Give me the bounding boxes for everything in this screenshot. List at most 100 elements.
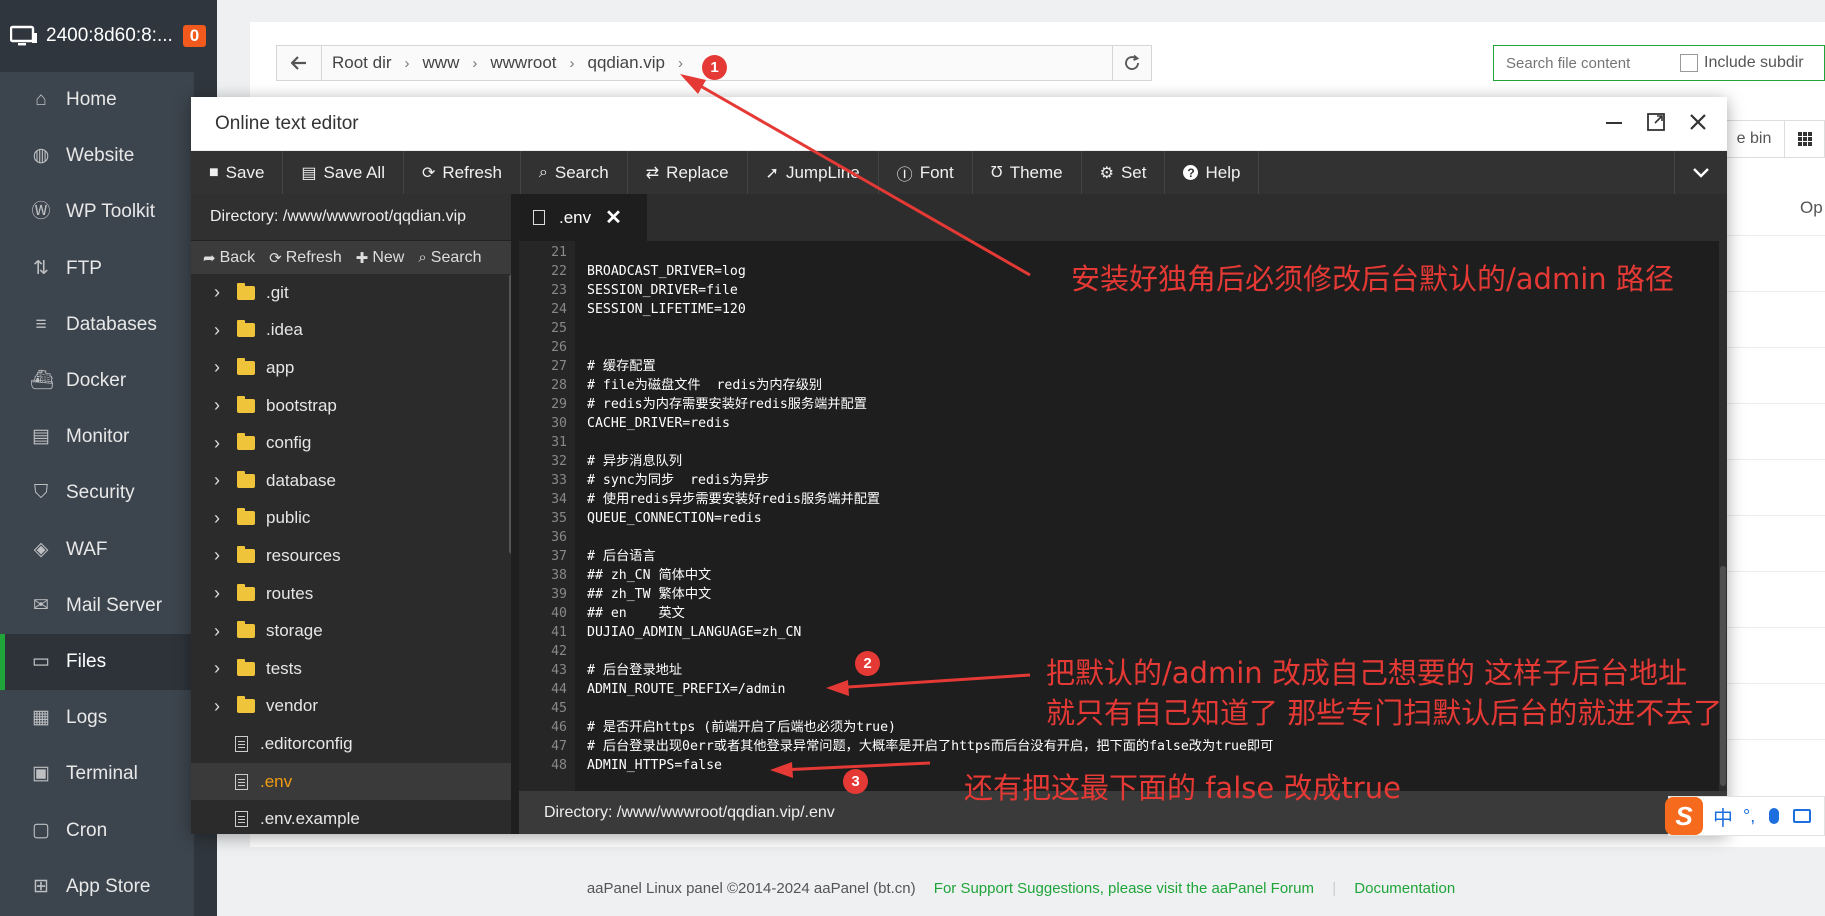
footer-support-link[interactable]: For Support Suggestions, please visit th… xyxy=(934,880,1314,897)
chevron-right-icon[interactable]: › xyxy=(209,433,225,454)
sidebar-item-docker[interactable]: ⛴ Docker xyxy=(0,353,217,409)
code-line[interactable]: QUEUE_CONNECTION=redis xyxy=(587,509,762,528)
minimize-icon[interactable] xyxy=(1603,111,1625,133)
code-line[interactable]: # 后台登录出现0err或者其他登录异常问题，大概率是开启了https而后台没有… xyxy=(587,737,1273,756)
sidebar-item-website[interactable]: ◍ Website xyxy=(0,128,217,184)
code-line[interactable]: ## zh_CN 简体中文 xyxy=(587,566,711,585)
code-line[interactable]: ADMIN_HTTPS=false xyxy=(587,756,722,775)
tree-folder[interactable]: › .git xyxy=(191,274,511,312)
tree-file[interactable]: .editorconfig xyxy=(191,725,511,763)
breadcrumb-item[interactable]: qqdian.vip xyxy=(588,53,666,73)
code-line[interactable]: # 使用redis异步需要安装好redis服务端并配置 xyxy=(587,490,880,509)
toolbar-set-button[interactable]: ⚙ Set xyxy=(1082,151,1166,194)
chevron-right-icon[interactable]: › xyxy=(209,583,225,604)
toolbar-jumpline-button[interactable]: ➚ JumpLine xyxy=(748,151,879,194)
toolbar-replace-button[interactable]: ⇄ Replace xyxy=(628,151,748,194)
code-line[interactable]: # 后台登录地址 xyxy=(587,661,682,680)
microphone-icon[interactable] xyxy=(1769,808,1780,824)
tree-folder[interactable]: › storage xyxy=(191,612,511,650)
toolbar-refresh-button[interactable]: ⟳ Refresh xyxy=(404,151,521,194)
path-back-button[interactable] xyxy=(277,46,322,80)
grid-view-button[interactable] xyxy=(1784,120,1825,158)
code-line[interactable]: SESSION_LIFETIME=120 xyxy=(587,300,746,319)
tree-file[interactable]: .env.example xyxy=(191,800,511,838)
sidebar-item-cron[interactable]: ▢ Cron xyxy=(0,802,217,858)
server-header[interactable]: 2400:8d60:8:... 0 xyxy=(0,0,217,72)
tree-folder[interactable]: › resources xyxy=(191,537,511,575)
tree-search-button[interactable]: ⌕ Search xyxy=(411,249,488,267)
code-line[interactable]: # 后台语言 xyxy=(587,547,656,566)
search-input[interactable] xyxy=(1504,53,1668,73)
chevron-right-icon[interactable]: › xyxy=(209,621,225,642)
close-tab-icon[interactable]: ✕ xyxy=(605,205,622,230)
path-refresh-button[interactable] xyxy=(1112,46,1151,80)
chevron-right-icon[interactable]: › xyxy=(209,282,225,303)
recycle-bin-button[interactable]: e bin xyxy=(1720,120,1788,158)
tree-folder[interactable]: › bootstrap xyxy=(191,387,511,425)
breadcrumb-item[interactable]: www xyxy=(423,53,460,73)
code-line[interactable]: SESSION_DRIVER=file xyxy=(587,281,738,300)
tree-folder[interactable]: › tests xyxy=(191,650,511,688)
sidebar-item-ftp[interactable]: ⇅ FTP xyxy=(0,241,217,297)
sidebar-item-wp-toolkit[interactable]: Ⓦ WP Toolkit xyxy=(0,184,217,240)
ime-punctuation-toggle[interactable]: °, xyxy=(1743,806,1755,827)
include-subdir-checkbox[interactable] xyxy=(1680,54,1698,72)
sidebar-item-terminal[interactable]: ▣ Terminal xyxy=(0,746,217,802)
chevron-right-icon[interactable]: › xyxy=(209,357,225,378)
keyboard-icon[interactable] xyxy=(1793,809,1812,823)
sidebar-item-home[interactable]: ⌂ Home xyxy=(0,72,217,128)
tree-folder[interactable]: › database xyxy=(191,462,511,500)
sidebar-item-mail-server[interactable]: ✉ Mail Server xyxy=(0,578,217,634)
code-line[interactable]: ## en 英文 xyxy=(587,604,685,623)
chevron-right-icon[interactable]: › xyxy=(209,395,225,416)
chevron-right-icon[interactable]: › xyxy=(209,320,225,341)
chevron-right-icon[interactable]: › xyxy=(209,470,225,491)
code-line[interactable]: # redis为内存需要安装好redis服务端并配置 xyxy=(587,395,867,414)
code-line[interactable]: CACHE_DRIVER=redis xyxy=(587,414,730,433)
breadcrumb-item[interactable]: wwwroot xyxy=(490,53,556,73)
breadcrumb-item[interactable]: Root dir xyxy=(332,53,392,73)
sidebar-item-security[interactable]: ⛉ Security xyxy=(0,465,217,521)
sidebar-item-databases[interactable]: ≡ Databases xyxy=(0,297,217,353)
code-line[interactable]: ## zh_TW 繁体中文 xyxy=(587,585,711,604)
maximize-icon[interactable] xyxy=(1645,111,1667,133)
toolbar-search-button[interactable]: ⌕ Search xyxy=(521,151,628,194)
tree-folder[interactable]: › app xyxy=(191,349,511,387)
code-scroll-thumb[interactable] xyxy=(1720,566,1726,786)
ime-mode-toggle[interactable]: 中 xyxy=(1713,802,1733,831)
code-line[interactable]: # 缓存配置 xyxy=(587,357,656,376)
sidebar-item-logs[interactable]: ▦ Logs xyxy=(0,690,217,746)
code-line[interactable]: DUJIAO_ADMIN_LANGUAGE=zh_CN xyxy=(587,623,801,642)
toolbar-save-all-button[interactable]: ▤ Save All xyxy=(283,151,404,194)
chevron-right-icon[interactable]: › xyxy=(209,545,225,566)
sidebar-item-monitor[interactable]: ▤ Monitor xyxy=(0,409,217,465)
tree-folder[interactable]: › config xyxy=(191,424,511,462)
tree-folder[interactable]: › .idea xyxy=(191,312,511,350)
chevron-right-icon[interactable]: › xyxy=(209,696,225,717)
panel-divider[interactable] xyxy=(511,194,519,834)
code-line[interactable]: # 是否开启https (前端开启了后端也必须为true) xyxy=(587,718,896,737)
footer-docs-link[interactable]: Documentation xyxy=(1354,880,1455,897)
close-icon[interactable] xyxy=(1687,111,1709,133)
sidebar-item-app-store[interactable]: ⊞ App Store xyxy=(0,859,217,915)
sidebar-item-waf[interactable]: ◈ WAF xyxy=(0,522,217,578)
tree-folder[interactable]: › routes xyxy=(191,575,511,613)
toolbar-font-button[interactable]: Ⓘ Font xyxy=(879,151,973,194)
tree-folder[interactable]: › vendor xyxy=(191,688,511,726)
code-line[interactable]: # 异步消息队列 xyxy=(587,452,682,471)
toolbar-collapse-button[interactable] xyxy=(1674,151,1727,194)
tree-folder[interactable]: › public xyxy=(191,500,511,538)
sidebar-item-files[interactable]: ▭ Files xyxy=(0,633,217,691)
code-line[interactable]: # file为磁盘文件 redis为内存级别 xyxy=(587,376,822,395)
tree-back-button[interactable]: ➦ Back xyxy=(191,249,262,267)
tree-refresh-button[interactable]: ⟳ Refresh xyxy=(262,249,349,267)
code-line[interactable]: # sync为同步 redis为异步 xyxy=(587,471,769,490)
toolbar-theme-button[interactable]: Ʊ Theme xyxy=(973,151,1082,194)
chevron-right-icon[interactable]: › xyxy=(209,508,225,529)
tab-env[interactable]: .env ✕ xyxy=(519,194,647,241)
code-line[interactable]: BROADCAST_DRIVER=log xyxy=(587,262,746,281)
tree-new-button[interactable]: ✚ New xyxy=(349,249,412,267)
sogou-logo[interactable]: S xyxy=(1665,797,1703,835)
tree-file[interactable]: .env xyxy=(191,762,511,801)
toolbar-save-button[interactable]: ■ Save xyxy=(191,151,284,194)
